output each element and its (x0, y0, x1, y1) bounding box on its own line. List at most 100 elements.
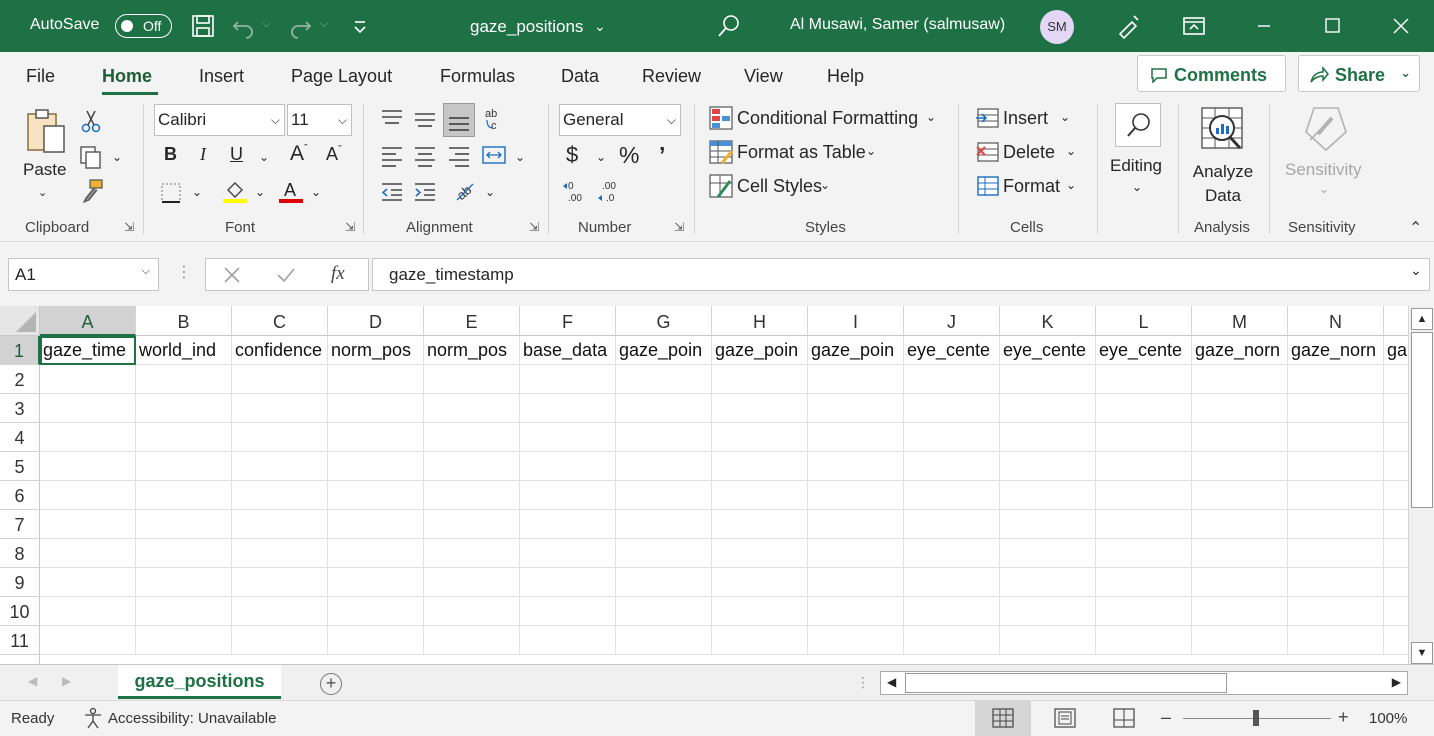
cell[interactable] (40, 510, 136, 539)
cell[interactable] (136, 539, 232, 568)
cell[interactable] (1096, 597, 1192, 626)
cell[interactable] (136, 452, 232, 481)
redo-dropdown-icon[interactable]: ⌵ (320, 18, 328, 31)
cell[interactable] (1384, 423, 1408, 452)
cell[interactable]: norm_pos (328, 336, 424, 365)
column-header-a[interactable]: A (40, 306, 136, 336)
cell[interactable]: gaze_poin (616, 336, 712, 365)
cell[interactable] (1288, 365, 1384, 394)
decrease-decimal-icon[interactable]: .00 .0 (596, 178, 622, 204)
cell[interactable] (232, 626, 328, 655)
cell-styles-button[interactable]: Cell Styles (737, 176, 822, 197)
cell[interactable] (424, 365, 520, 394)
row-header-8[interactable]: 8 (0, 539, 40, 568)
cell[interactable] (1000, 394, 1096, 423)
cell[interactable] (136, 394, 232, 423)
scroll-down-icon[interactable]: ▼ (1411, 642, 1433, 664)
tab-formulas[interactable]: Formulas (440, 66, 515, 87)
cell[interactable] (136, 626, 232, 655)
cell[interactable] (1096, 394, 1192, 423)
column-header-partial[interactable] (1384, 306, 1408, 336)
cell[interactable] (424, 394, 520, 423)
zoom-out-icon[interactable]: – (1161, 707, 1171, 728)
close-icon[interactable] (1387, 12, 1415, 40)
cell[interactable] (808, 626, 904, 655)
minimize-icon[interactable] (1250, 12, 1278, 40)
cell[interactable] (904, 452, 1000, 481)
cell[interactable] (616, 394, 712, 423)
conditional-formatting-icon[interactable] (708, 105, 734, 131)
column-header-g[interactable]: G (616, 306, 712, 336)
paste-dropdown-icon[interactable]: ⌄ (38, 186, 47, 199)
collapse-ribbon-icon[interactable]: ⌃ (1409, 218, 1422, 238)
cell[interactable] (328, 481, 424, 510)
cell[interactable] (1288, 539, 1384, 568)
cell[interactable] (232, 568, 328, 597)
next-sheet-icon[interactable]: ▶ (62, 674, 71, 688)
row-header-partial[interactable] (0, 655, 40, 664)
cell[interactable] (1096, 481, 1192, 510)
cell[interactable] (1192, 481, 1288, 510)
add-sheet-icon[interactable]: + (320, 673, 342, 695)
save-icon[interactable] (189, 12, 217, 40)
merge-dropdown-icon[interactable]: ⌄ (515, 150, 525, 164)
cell[interactable] (616, 365, 712, 394)
cell[interactable] (616, 481, 712, 510)
cell[interactable] (424, 481, 520, 510)
enter-icon[interactable] (276, 265, 296, 285)
insert-cells-icon[interactable] (974, 105, 1000, 131)
customize-toolbar-icon[interactable] (346, 12, 374, 40)
maximize-icon[interactable] (1318, 12, 1346, 40)
chevron-down-icon[interactable]: ⌄ (926, 110, 936, 124)
cell[interactable] (136, 568, 232, 597)
cell[interactable] (232, 423, 328, 452)
document-title[interactable]: gaze_positions (470, 17, 583, 37)
page-layout-view-icon[interactable] (1054, 708, 1076, 728)
row-header-6[interactable]: 6 (0, 481, 40, 510)
cell[interactable] (328, 626, 424, 655)
cell[interactable] (1288, 452, 1384, 481)
column-header-n[interactable]: N (1288, 306, 1384, 336)
cell[interactable] (712, 423, 808, 452)
sheet-tab-gaze-positions[interactable]: gaze_positions (118, 665, 281, 699)
row-header-9[interactable]: 9 (0, 568, 40, 597)
currency-dropdown-icon[interactable]: ⌄ (596, 150, 606, 164)
tab-review[interactable]: Review (642, 66, 701, 87)
cell[interactable] (232, 597, 328, 626)
accessibility-icon[interactable] (82, 707, 104, 729)
accessibility-status[interactable]: Accessibility: Unavailable (108, 710, 276, 727)
cell[interactable] (1384, 539, 1408, 568)
cell[interactable] (712, 452, 808, 481)
row-header-2[interactable]: 2 (0, 365, 40, 394)
cell[interactable] (616, 626, 712, 655)
cell[interactable] (136, 510, 232, 539)
row-header-4[interactable]: 4 (0, 423, 40, 452)
cell[interactable] (808, 481, 904, 510)
borders-dropdown-icon[interactable]: ⌄ (192, 185, 202, 199)
cell[interactable] (328, 597, 424, 626)
cell[interactable] (1192, 568, 1288, 597)
cell[interactable] (712, 510, 808, 539)
align-bottom-button[interactable] (443, 103, 475, 137)
cell[interactable] (808, 597, 904, 626)
cell[interactable]: gaze_poin (808, 336, 904, 365)
dialog-launcher-icon[interactable]: ⇲ (529, 220, 539, 234)
cell[interactable] (1288, 394, 1384, 423)
cell[interactable] (1192, 365, 1288, 394)
cell[interactable] (1000, 510, 1096, 539)
cell[interactable] (424, 452, 520, 481)
cell[interactable] (712, 481, 808, 510)
cell[interactable]: base_data (520, 336, 616, 365)
avatar[interactable]: SM (1040, 10, 1074, 44)
cell[interactable] (712, 539, 808, 568)
cell[interactable] (1288, 568, 1384, 597)
tab-view[interactable]: View (744, 66, 783, 87)
format-as-table-button[interactable]: Format as Table (737, 142, 866, 163)
scroll-right-icon[interactable]: ▶ (1392, 675, 1401, 689)
cell[interactable] (328, 394, 424, 423)
cell[interactable] (40, 452, 136, 481)
cell[interactable] (1288, 423, 1384, 452)
cell[interactable] (904, 626, 1000, 655)
column-header-k[interactable]: K (1000, 306, 1096, 336)
cell[interactable] (1000, 423, 1096, 452)
